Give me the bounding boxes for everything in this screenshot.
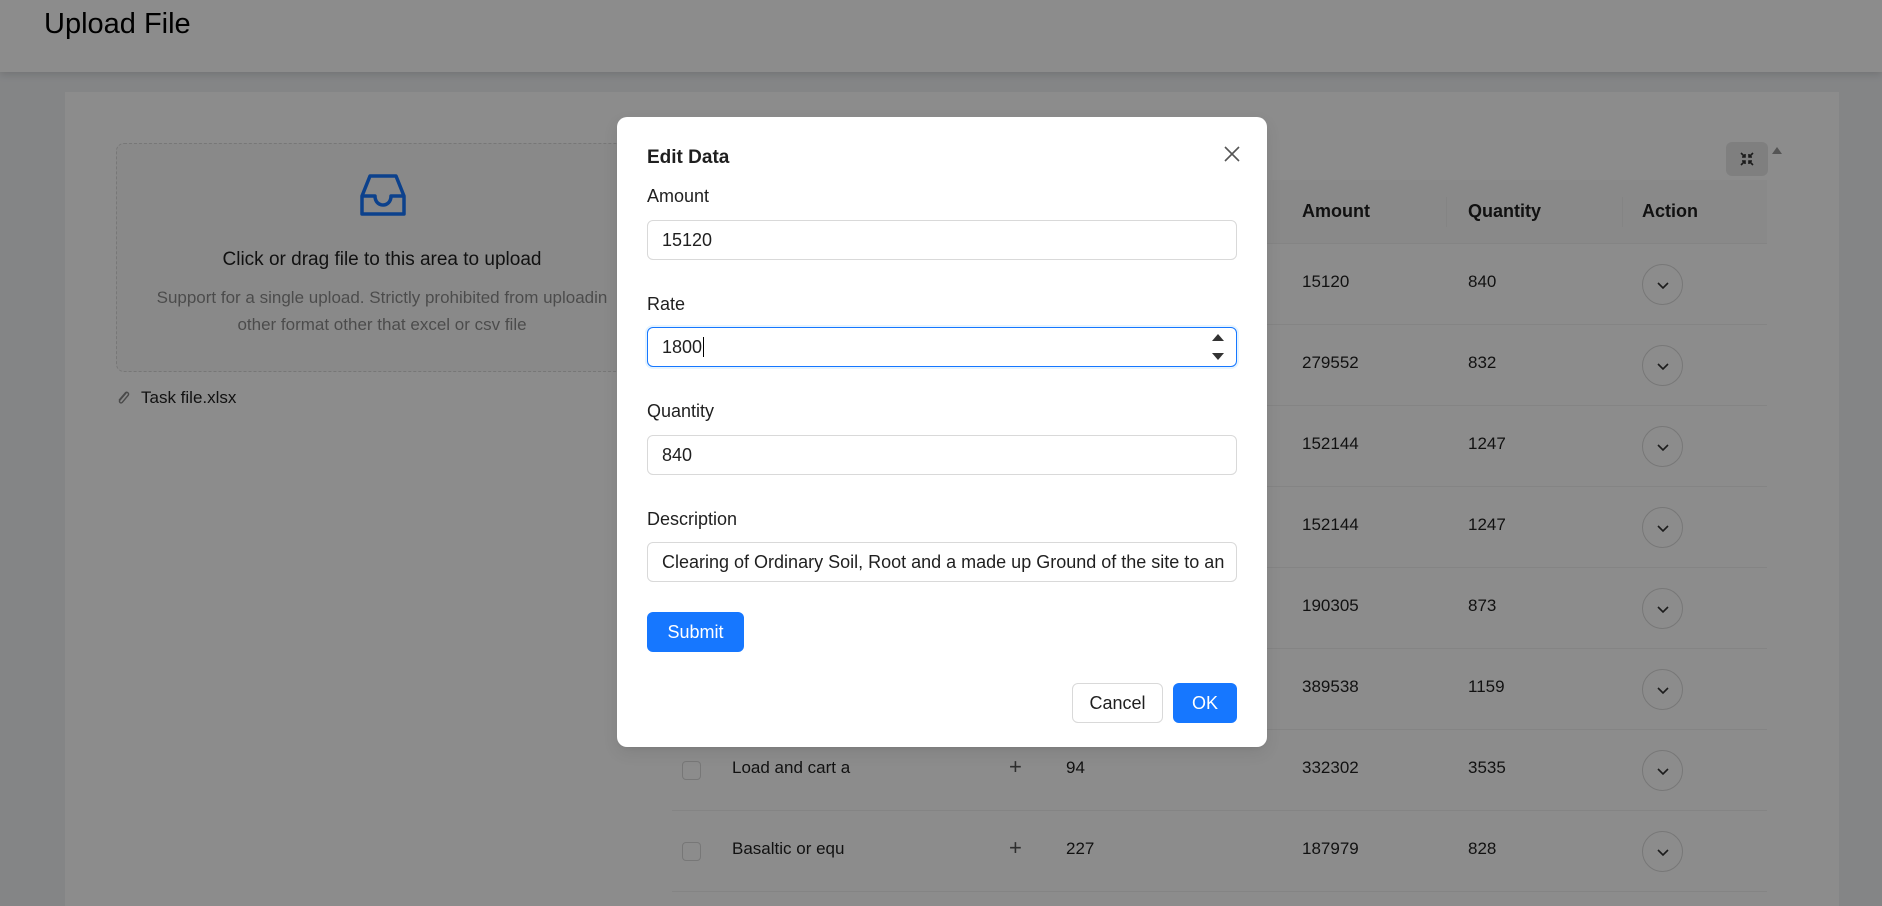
- quantity-label: Quantity: [647, 401, 715, 421]
- description-label: Description: [647, 509, 738, 529]
- cancel-button[interactable]: Cancel: [1072, 683, 1163, 723]
- quantity-input-value: 840: [662, 444, 693, 465]
- text-caret: [703, 337, 705, 357]
- stepper-up-icon[interactable]: [1212, 334, 1224, 341]
- stepper-down-icon[interactable]: [1212, 353, 1224, 360]
- modal-title: Edit Data: [647, 147, 730, 168]
- rate-input-value: 1800: [662, 336, 703, 357]
- description-input[interactable]: Clearing of Ordinary Soil, Root and a ma…: [647, 542, 1237, 582]
- amount-label: Amount: [647, 186, 710, 206]
- quantity-input[interactable]: 840: [647, 435, 1237, 475]
- rate-stepper[interactable]: [1210, 334, 1226, 360]
- edit-data-modal: Edit Data Amount 15120 Rate 1800 Quantit…: [617, 117, 1267, 747]
- description-input-value: Clearing of Ordinary Soil, Root and a ma…: [662, 551, 1225, 572]
- submit-button[interactable]: Submit: [647, 612, 744, 652]
- amount-input-value: 15120: [662, 229, 713, 250]
- amount-input[interactable]: 15120: [647, 220, 1237, 260]
- close-icon: [1224, 146, 1240, 162]
- modal-close-button[interactable]: [1218, 140, 1246, 168]
- rate-label: Rate: [647, 294, 686, 314]
- ok-button[interactable]: OK: [1173, 683, 1237, 723]
- rate-input[interactable]: 1800: [647, 327, 1237, 367]
